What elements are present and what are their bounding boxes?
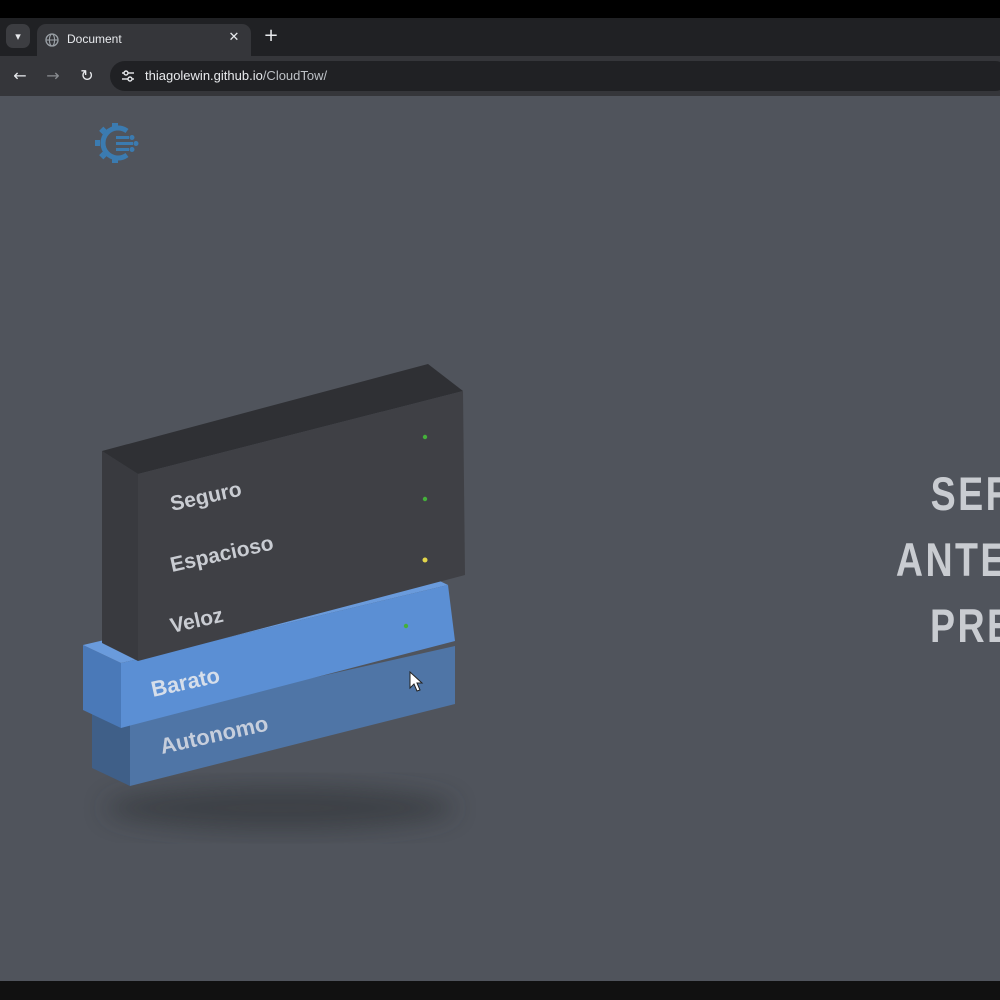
reload-icon[interactable]: ↻ bbox=[76, 65, 98, 87]
hero-line-2: ANTES VIS bbox=[895, 533, 1000, 586]
forward-icon[interactable]: → bbox=[42, 65, 64, 87]
url-host: thiagolewin.github.io bbox=[145, 68, 263, 83]
browser-toolbar: ← → ↻ thiagolewin.github.io/CloudTow/ bbox=[0, 56, 1000, 96]
hero-heading: SERVIDO ANTES VIS PRECIOS QU bbox=[780, 461, 1000, 725]
tab-strip: ▾ Document ✕ + bbox=[0, 18, 1000, 56]
url-path: /CloudTow/ bbox=[262, 68, 328, 83]
status-led-veloz bbox=[422, 557, 428, 563]
url-text: thiagolewin.github.io/CloudTow/ bbox=[145, 68, 327, 83]
hero-line-3: PRECIOS bbox=[929, 599, 1000, 652]
status-led-seguro bbox=[422, 434, 428, 440]
close-icon[interactable]: ✕ bbox=[225, 29, 243, 47]
tab-search-icon[interactable]: ▾ bbox=[6, 24, 30, 48]
tab-title: Document bbox=[67, 32, 122, 46]
page-content: Autonomo Barato Seguro Espacioso Veloz S… bbox=[0, 96, 1000, 981]
browser-tab[interactable]: Document ✕ bbox=[37, 24, 251, 56]
plus-icon[interactable]: + bbox=[261, 26, 281, 46]
hero-line-1: SERVIDO bbox=[930, 467, 1000, 520]
site-info-icon[interactable] bbox=[120, 68, 136, 84]
status-led-barato bbox=[403, 623, 409, 629]
hero-line-4: QU bbox=[780, 659, 1000, 725]
back-icon[interactable]: ← bbox=[9, 65, 31, 87]
status-led-espacioso bbox=[422, 496, 428, 502]
screen-bottom-edge bbox=[0, 981, 1000, 1000]
address-bar[interactable]: thiagolewin.github.io/CloudTow/ bbox=[110, 61, 1000, 91]
globe-icon bbox=[45, 33, 59, 47]
